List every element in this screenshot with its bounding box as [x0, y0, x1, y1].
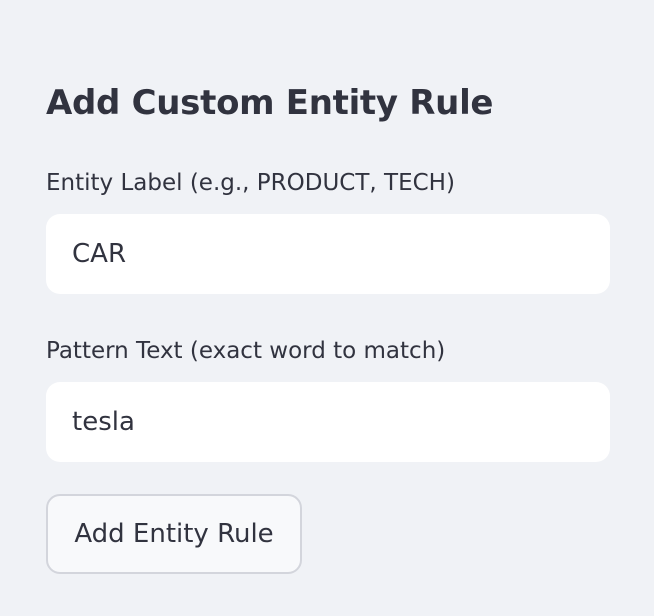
pattern-text-input[interactable]: [46, 382, 610, 462]
pattern-text-field-label: Pattern Text (exact word to match): [46, 338, 446, 364]
add-entity-rule-panel: Add Custom Entity Rule Entity Label (e.g…: [0, 0, 654, 616]
section-title: Add Custom Entity Rule: [46, 83, 494, 123]
add-entity-rule-button[interactable]: Add Entity Rule: [46, 494, 302, 574]
entity-label-input[interactable]: [46, 214, 610, 294]
entity-label-field-label: Entity Label (e.g., PRODUCT, TECH): [46, 170, 455, 196]
